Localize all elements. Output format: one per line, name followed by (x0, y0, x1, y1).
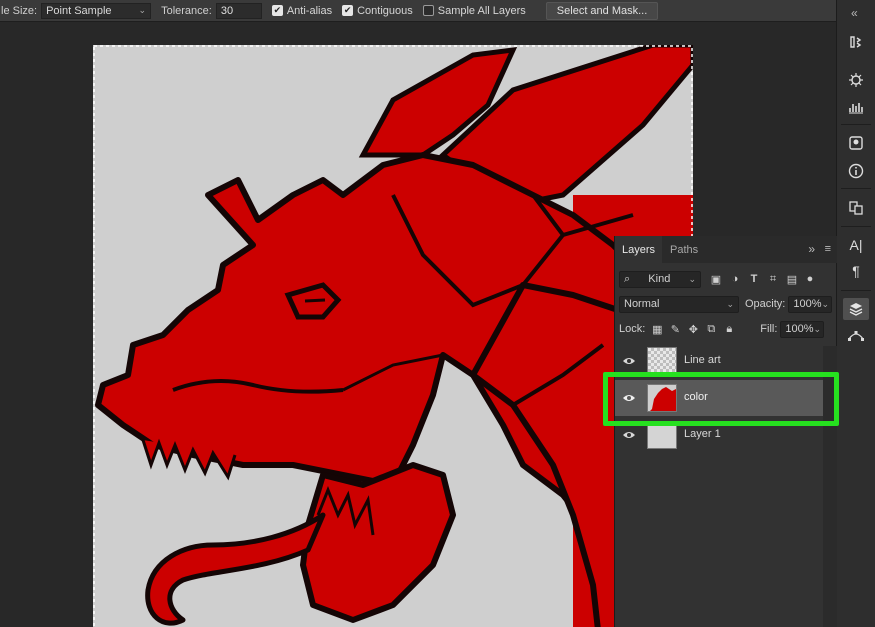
blend-row: Normal ⌄ Opacity: 100% ⌄ (615, 292, 837, 316)
paragraph-icon[interactable]: ¶ (843, 260, 869, 282)
search-icon: ⌕ (624, 272, 631, 285)
filter-kind-select[interactable]: ⌕ Kind ⌄ (619, 270, 701, 288)
lock-pixels-icon[interactable]: ✎ (668, 322, 682, 336)
layer-name: Layer 1 (684, 428, 721, 440)
lock-position-icon[interactable]: ✥ (686, 322, 700, 336)
unchecked-box-icon (422, 5, 434, 16)
panel-menu-icon[interactable]: ≡ (825, 243, 831, 255)
tolerance-label: Tolerance: (161, 4, 212, 17)
layers-scrollbar[interactable] (823, 346, 837, 627)
blend-mode-select[interactable]: Normal ⌄ (619, 295, 739, 313)
layer-row-layer-1[interactable]: Layer 1 (615, 417, 823, 453)
layer-name: color (684, 391, 708, 403)
opacity-label: Opacity: (745, 298, 786, 310)
opacity-input[interactable]: 100% ⌄ (788, 295, 833, 313)
layers-icon[interactable] (843, 298, 869, 320)
options-bar: le Size: Point Sample ⌄ Tolerance: 30 ✔ … (0, 0, 875, 22)
sample-size-select[interactable]: Point Sample ⌄ (41, 2, 152, 19)
eye-icon[interactable] (622, 355, 636, 367)
chevron-down-icon: ⌄ (138, 5, 147, 15)
sample-all-layers-checkbox[interactable]: Sample All Layers (422, 5, 526, 17)
right-toolstrip: A| ¶ (836, 0, 875, 627)
layer-name: Line art (684, 354, 721, 366)
eye-icon[interactable] (622, 429, 636, 441)
layer-thumbnail (647, 384, 677, 412)
paths-icon[interactable] (843, 324, 869, 346)
history-icon[interactable] (843, 31, 869, 53)
info-icon[interactable] (843, 160, 869, 182)
lock-all-icon[interactable]: 🔒︎ (722, 322, 736, 336)
chevron-down-icon: ⌄ (726, 298, 734, 309)
lock-row: Lock: ▦ ✎ ✥ ⧉ 🔒︎ Fill: 100% ⌄ (615, 317, 837, 341)
character-icon[interactable]: A| (843, 234, 869, 256)
levels-icon[interactable] (843, 96, 869, 118)
filter-toggle-icon[interactable]: ● (803, 272, 817, 286)
tab-paths[interactable]: Paths (663, 236, 705, 263)
lock-transparency-icon[interactable]: ▦ (650, 322, 664, 336)
chevron-down-icon: ⌄ (821, 298, 830, 309)
document-canvas[interactable] (93, 45, 693, 627)
lock-label: Lock: (619, 323, 646, 335)
eye-pupil (304, 298, 326, 303)
select-and-mask-button[interactable]: Select and Mask... (545, 1, 659, 20)
layer-thumbnail (647, 347, 677, 375)
panel-tabs: Layers Paths » ≡ (615, 236, 837, 263)
collapse-panels-icon[interactable]: « (851, 6, 858, 20)
photoshop-window: le Size: Point Sample ⌄ Tolerance: 30 ✔ … (0, 0, 875, 627)
fill-input[interactable]: 100% ⌄ (780, 320, 825, 338)
filter-row: ⌕ Kind ⌄ ▣ ◑ T ⌗ ▤ ● (615, 267, 837, 291)
layers-panel: Layers Paths » ≡ ⌕ Kind ⌄ ▣ ◑ T ⌗ ▤ ● No… (614, 236, 837, 627)
libraries-icon[interactable] (843, 132, 869, 154)
contiguous-checkbox[interactable]: ✔ Contiguous (342, 5, 413, 17)
chevron-down-icon: ⌄ (813, 323, 822, 334)
chevron-down-icon: ⌄ (688, 273, 696, 284)
shape-filter-icon[interactable]: ⌗ (766, 272, 780, 286)
collapse-panel-icon[interactable]: » (808, 242, 815, 256)
clone-source-icon[interactable] (843, 197, 869, 219)
check-icon: ✔ (342, 5, 354, 16)
check-icon: ✔ (271, 5, 283, 16)
smart-object-filter-icon[interactable]: ▤ (785, 272, 799, 286)
layer-row-color[interactable]: color (615, 380, 823, 416)
lock-artboard-icon[interactable]: ⧉ (704, 322, 718, 336)
tab-layers[interactable]: Layers (615, 236, 663, 263)
type-filter-icon[interactable]: T (747, 272, 761, 286)
anti-alias-checkbox[interactable]: ✔ Anti-alias (271, 5, 332, 17)
tolerance-input[interactable]: 30 (215, 2, 262, 19)
sample-size-label: le Size: (1, 4, 38, 17)
brush-settings-icon[interactable] (843, 69, 869, 91)
fill-label: Fill: (760, 323, 778, 335)
layer-thumbnail (647, 421, 677, 449)
layer-row-line-art[interactable]: Line art (615, 343, 823, 379)
eye-icon[interactable] (622, 392, 636, 404)
adjustment-filter-icon[interactable]: ◑ (728, 272, 742, 286)
pixel-filter-icon[interactable]: ▣ (709, 272, 723, 286)
